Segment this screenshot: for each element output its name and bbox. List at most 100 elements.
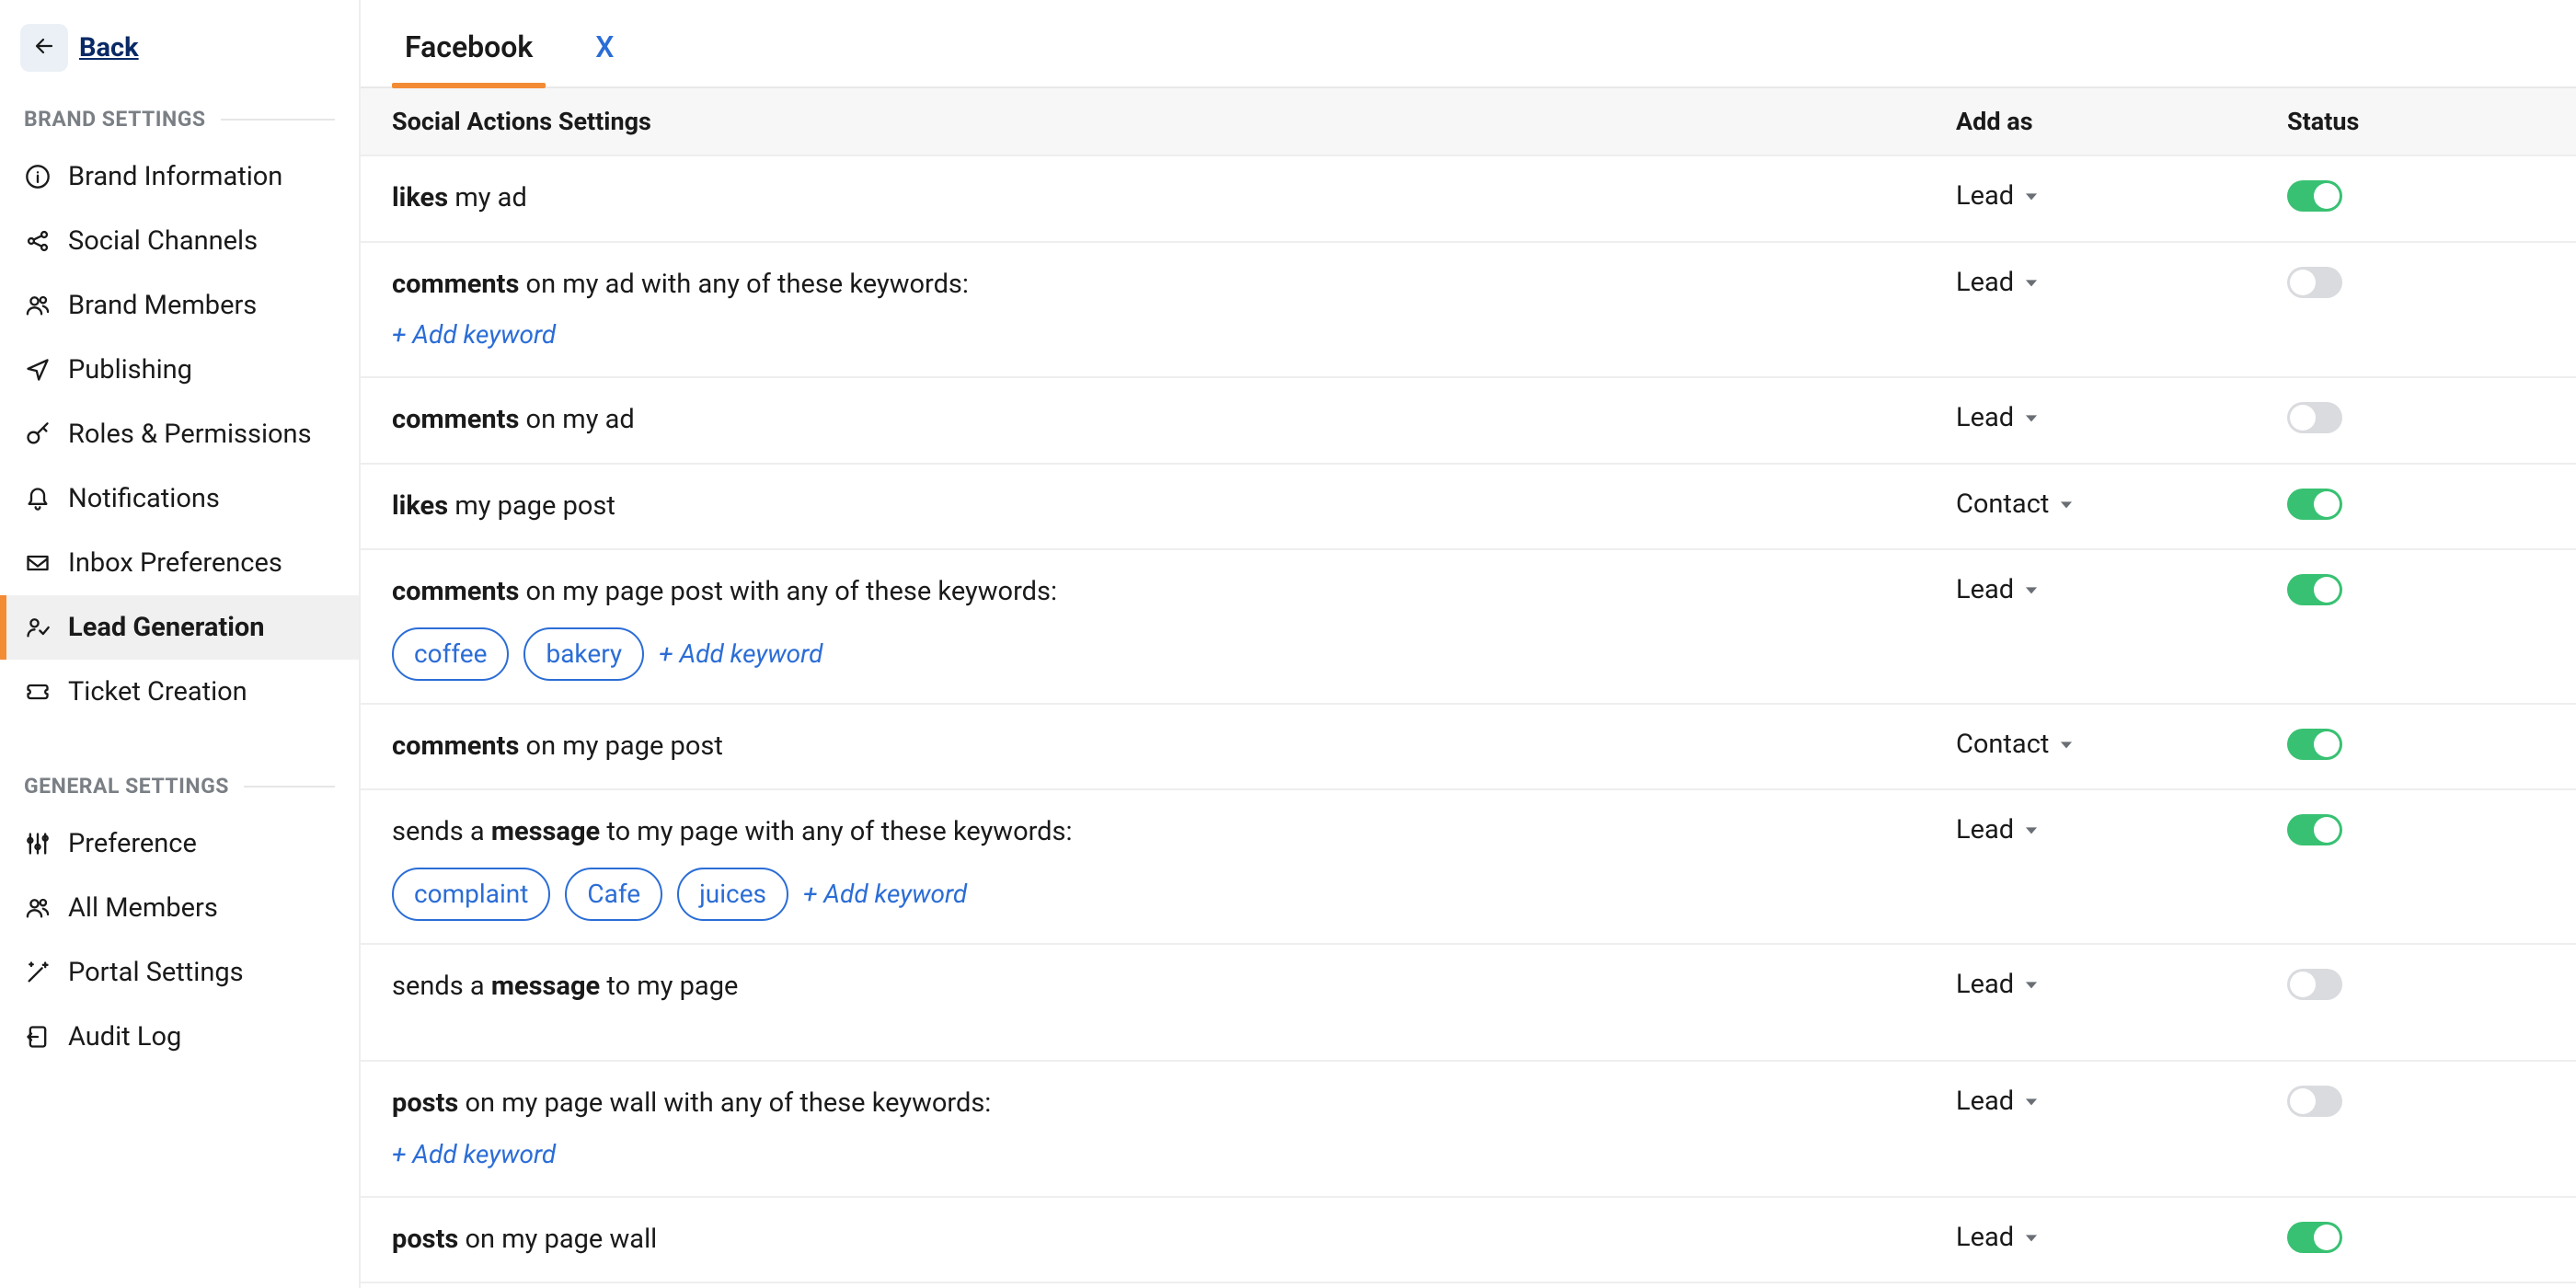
chevron-down-icon — [2023, 1086, 2040, 1117]
leads-icon — [24, 614, 52, 641]
add-as-dropdown[interactable]: Lead — [1956, 572, 2287, 605]
status-toggle[interactable] — [2287, 267, 2342, 298]
chevron-down-icon — [2023, 180, 2040, 212]
row-description: comments on my ad — [392, 400, 1956, 441]
settings-row: sends a message to my page with any of t… — [361, 790, 2576, 945]
settings-row: sends a message to my pageLead — [361, 945, 2576, 1063]
add-as-value: Contact — [1956, 729, 2049, 760]
tab[interactable]: X — [582, 29, 627, 86]
keyword-chip[interactable]: complaint — [392, 868, 550, 921]
add-as-dropdown[interactable]: Lead — [1956, 265, 2287, 298]
log-icon — [24, 1023, 52, 1051]
settings-row: comments on my ad with any of these keyw… — [361, 243, 2576, 379]
add-as-dropdown[interactable]: Contact — [1956, 487, 2287, 520]
keyword-chip[interactable]: bakery — [523, 627, 644, 681]
chevron-down-icon — [2058, 489, 2075, 520]
settings-row: posts on my page wallLead — [361, 1198, 2576, 1284]
sidebar-item[interactable]: Brand Information — [0, 144, 359, 209]
sidebar: Back BRAND SETTINGS Brand Information Soc… — [0, 0, 361, 1288]
status-cell — [2287, 572, 2545, 605]
status-toggle[interactable] — [2287, 1086, 2342, 1117]
status-toggle[interactable] — [2287, 489, 2342, 520]
row-description: likes my page post — [392, 487, 1956, 527]
sidebar-item[interactable]: Brand Members — [0, 273, 359, 338]
section-header-label: BRAND SETTINGS — [24, 107, 206, 132]
settings-row: likes my page postContact — [361, 465, 2576, 551]
status-toggle[interactable] — [2287, 729, 2342, 760]
settings-row: comments on my adLead — [361, 378, 2576, 465]
sidebar-item[interactable]: Roles & Permissions — [0, 402, 359, 466]
add-keyword-button[interactable]: + Add keyword — [392, 316, 1956, 354]
sidebar-item-label: Social Channels — [68, 225, 258, 257]
users-icon — [24, 292, 52, 319]
keyword-chip[interactable]: coffee — [392, 627, 509, 681]
keyword-chips: coffee bakery + Add keyword — [392, 627, 1956, 681]
add-as-value: Lead — [1956, 402, 2014, 433]
sidebar-item[interactable]: All Members — [0, 876, 359, 940]
sidebar-item[interactable]: Audit Log — [0, 1005, 359, 1069]
add-keyword-button[interactable]: + Add keyword — [803, 875, 967, 914]
add-as-value: Lead — [1956, 1086, 2014, 1117]
status-cell — [2287, 265, 2545, 298]
add-as-value: Lead — [1956, 574, 2014, 605]
sidebar-item-label: Brand Members — [68, 290, 257, 321]
add-as-dropdown[interactable]: Lead — [1956, 400, 2287, 433]
keyword-chips: complaint Cafe juices + Add keyword — [392, 868, 1956, 921]
sidebar-item[interactable]: Portal Settings — [0, 940, 359, 1005]
tab[interactable]: Facebook — [392, 29, 546, 86]
chevron-down-icon — [2023, 574, 2040, 605]
row-description: posts on my page wall with any of these … — [392, 1084, 1956, 1174]
sidebar-item[interactable]: Inbox Preferences — [0, 531, 359, 595]
add-as-dropdown[interactable]: Lead — [1956, 1220, 2287, 1253]
section-header-brand: BRAND SETTINGS — [0, 99, 359, 139]
chevron-down-icon — [2058, 729, 2075, 760]
add-as-value: Lead — [1956, 1222, 2014, 1253]
sidebar-item[interactable]: Lead Generation — [0, 595, 359, 660]
settings-row: comments on my page postContact — [361, 705, 2576, 791]
users-icon — [24, 894, 52, 922]
sidebar-item[interactable]: Ticket Creation — [0, 660, 359, 724]
back-button[interactable] — [20, 24, 68, 72]
keyword-chip[interactable]: juices — [677, 868, 788, 921]
add-as-dropdown[interactable]: Lead — [1956, 812, 2287, 845]
settings-row: posts on my page wall with any of these … — [361, 1062, 2576, 1198]
add-as-dropdown[interactable]: Lead — [1956, 178, 2287, 212]
row-description: posts on my page wall — [392, 1220, 1956, 1260]
add-as-dropdown[interactable]: Contact — [1956, 727, 2287, 760]
col-header-status: Status — [2287, 107, 2545, 136]
status-toggle[interactable] — [2287, 574, 2342, 605]
sidebar-item-label: Brand Information — [68, 161, 282, 192]
status-cell — [2287, 1084, 2545, 1117]
chevron-down-icon — [2023, 969, 2040, 1000]
status-toggle[interactable] — [2287, 402, 2342, 433]
keyword-chip[interactable]: Cafe — [565, 868, 662, 921]
add-as-value: Contact — [1956, 489, 2049, 520]
row-description: comments on my page post with any of the… — [392, 572, 1956, 681]
add-as-value: Lead — [1956, 180, 2014, 212]
add-keyword-button[interactable]: + Add keyword — [659, 635, 822, 673]
sidebar-item[interactable]: Preference — [0, 811, 359, 876]
rows-container: likes my adLeadcomments on my ad with an… — [361, 156, 2576, 1288]
section-header-general: GENERAL SETTINGS — [0, 766, 359, 806]
status-toggle[interactable] — [2287, 814, 2342, 845]
sidebar-item-label: Notifications — [68, 483, 220, 514]
settings-row: comments on my page post with any of the… — [361, 550, 2576, 705]
sidebar-item-label: Audit Log — [68, 1021, 181, 1052]
sidebar-item[interactable]: Notifications — [0, 466, 359, 531]
add-as-dropdown[interactable]: Lead — [1956, 967, 2287, 1000]
status-toggle[interactable] — [2287, 180, 2342, 212]
chevron-down-icon — [2023, 402, 2040, 433]
main-content: Facebook X Social Actions Settings Add as… — [361, 0, 2576, 1288]
status-toggle[interactable] — [2287, 969, 2342, 1000]
sidebar-item[interactable]: Publishing — [0, 338, 359, 402]
add-as-value: Lead — [1956, 814, 2014, 845]
add-as-value: Lead — [1956, 267, 2014, 298]
add-keyword-button[interactable]: + Add keyword — [392, 1135, 1956, 1174]
ticket-icon — [24, 678, 52, 706]
table-header: Social Actions Settings Add as Status — [361, 88, 2576, 156]
sidebar-item[interactable]: Social Channels — [0, 209, 359, 273]
sidebar-item-label: Publishing — [68, 354, 192, 385]
status-toggle[interactable] — [2287, 1222, 2342, 1253]
add-as-dropdown[interactable]: Lead — [1956, 1084, 2287, 1117]
back-link[interactable]: Back — [79, 32, 139, 63]
